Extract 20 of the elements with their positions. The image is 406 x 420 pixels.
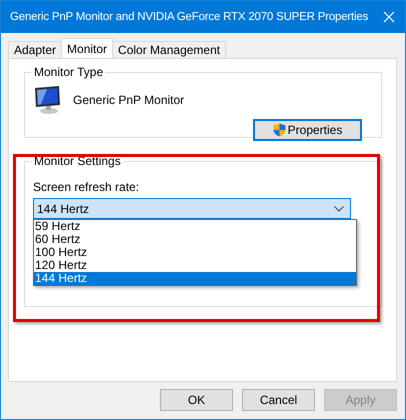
group-title: Monitor Type — [32, 65, 106, 79]
tab[interactable]: Adapter — [8, 41, 62, 58]
dropdown-option[interactable]: 144 Hertz — [34, 272, 356, 285]
shield-icon — [272, 123, 286, 137]
close-icon[interactable] — [383, 11, 395, 23]
dialog-button[interactable]: Cancel — [242, 389, 315, 411]
dropdown-option[interactable]: 120 Hertz — [34, 259, 356, 272]
field-label: Screen refresh rate: — [33, 180, 140, 194]
chevron-down-icon — [334, 206, 344, 212]
monitor-icon — [33, 85, 63, 115]
monitor-name: Generic PnP Monitor — [73, 93, 184, 107]
dialog-button[interactable]: OK — [160, 389, 233, 411]
tab[interactable]: Monitor — [61, 38, 114, 58]
window-title: Generic PnP Monitor and NVIDIA GeForce RTX 2070 SUPER Properties — [10, 11, 368, 23]
dropdown-option[interactable]: 59 Hertz — [34, 220, 356, 233]
properties-button[interactable]: Properties — [253, 119, 362, 141]
dropdown-option[interactable]: 100 Hertz — [34, 246, 356, 259]
refresh-rate-dropdown[interactable]: 144 Hertz — [33, 198, 351, 219]
dropdown-option[interactable]: 60 Hertz — [34, 233, 356, 246]
tab[interactable]: Color Management — [112, 41, 226, 58]
